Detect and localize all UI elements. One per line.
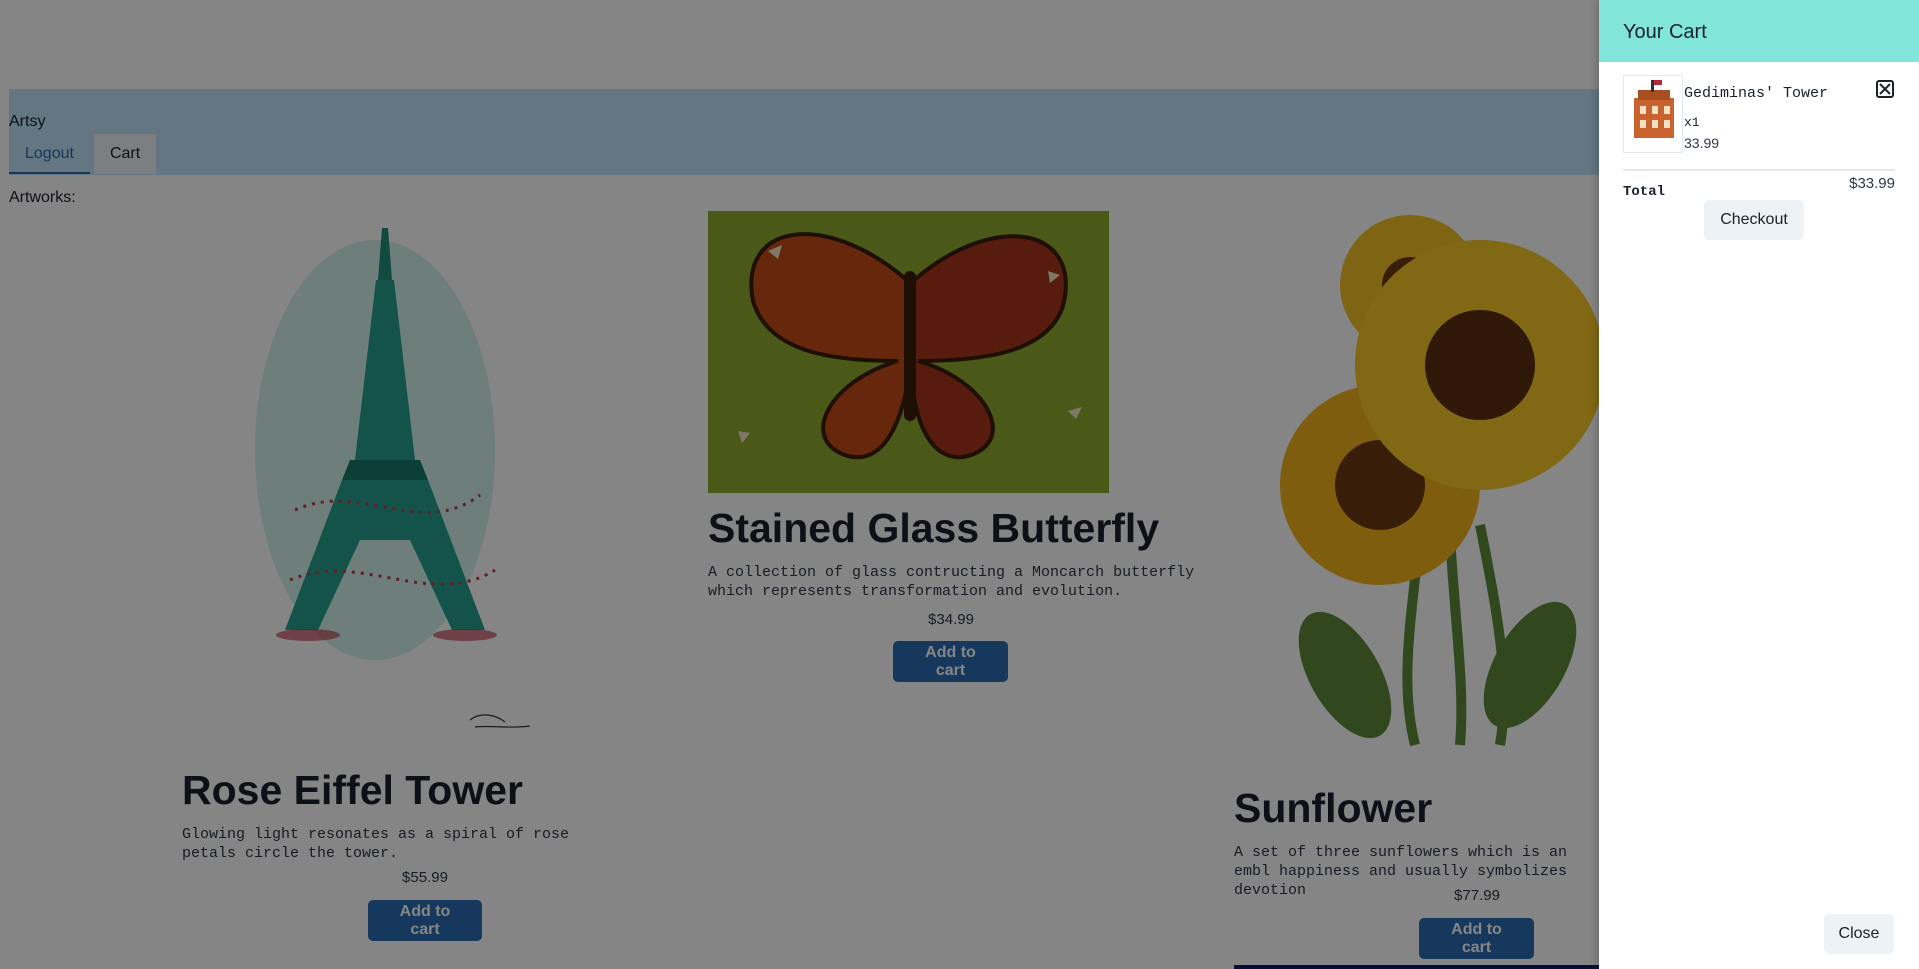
- cart-item-price: 33.99: [1684, 135, 1720, 151]
- cart-divider: [1623, 169, 1895, 171]
- cart-drawer: Your Cart Gediminas' Tower x1 33.99 Tota…: [1599, 0, 1919, 969]
- close-icon: [1879, 83, 1891, 95]
- tower-thumbnail-icon: [1623, 75, 1683, 153]
- page: Artsy Logout Cart Artworks: Rose Eiffel …: [0, 0, 1919, 969]
- remove-item-button[interactable]: [1876, 80, 1894, 98]
- cart-total-label: Total: [1623, 184, 1666, 200]
- close-button[interactable]: Close: [1824, 914, 1894, 954]
- cart-item: Gediminas' Tower x1 33.99: [1623, 75, 1895, 155]
- cart-total-value: $33.99: [1849, 175, 1895, 192]
- modal-overlay[interactable]: [0, 0, 1599, 969]
- cart-drawer-title: Your Cart: [1599, 0, 1919, 62]
- checkout-button[interactable]: Checkout: [1704, 200, 1804, 240]
- cart-item-name: Gediminas' Tower: [1684, 85, 1829, 102]
- cart-item-quantity: x1: [1684, 115, 1700, 130]
